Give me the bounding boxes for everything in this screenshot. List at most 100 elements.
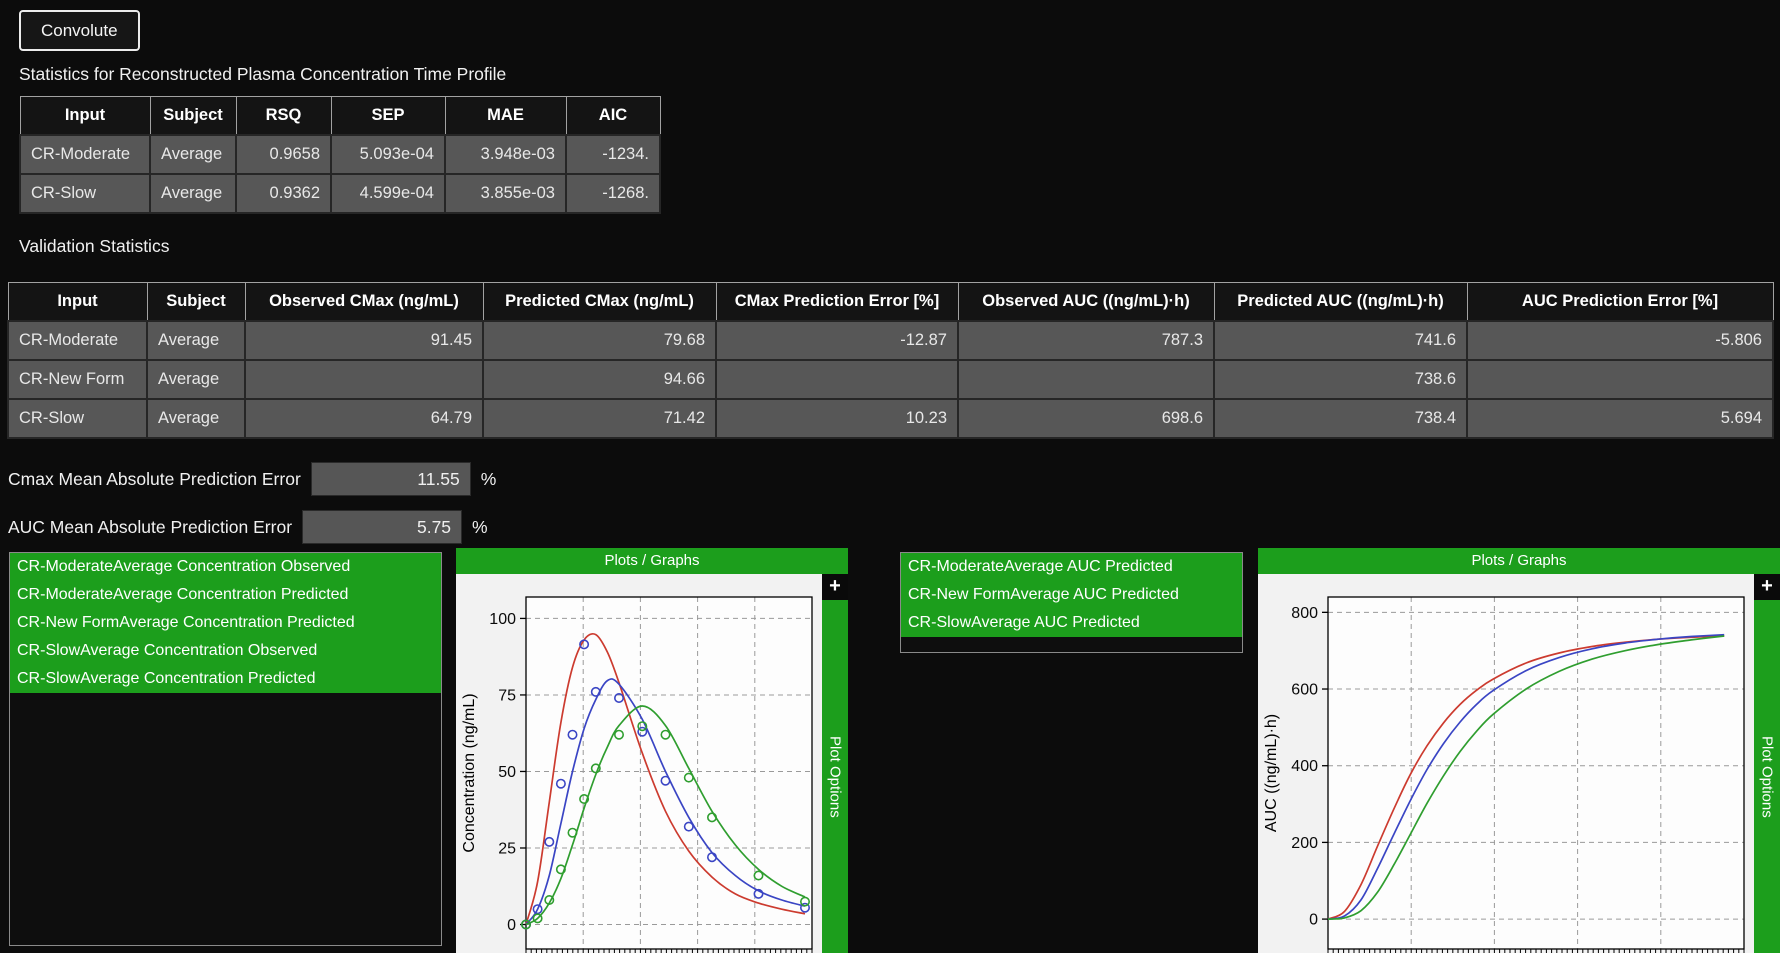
auc-mape-value: 5.75	[417, 517, 451, 538]
table-cell: Average	[150, 135, 236, 174]
table-cell	[1467, 360, 1773, 399]
table-cell: 741.6	[1214, 321, 1467, 360]
column-header: Predicted AUC ((ng/mL)·h)	[1214, 283, 1467, 322]
column-header: Observed AUC ((ng/mL)·h)	[958, 283, 1214, 322]
table-cell: -5.806	[1467, 321, 1773, 360]
concentration-plot-panel: Plots / Graphs 0 25 50 75 100 Concentration (…	[456, 548, 848, 953]
table-cell	[245, 360, 483, 399]
table-cell: 0.9658	[236, 135, 331, 174]
legend-item[interactable]: CR-ModerateAverage Concentration Observe…	[10, 553, 441, 581]
column-header: AUC Prediction Error [%]	[1467, 283, 1773, 322]
concentration-legend-list: CR-ModerateAverage Concentration Observe…	[9, 552, 442, 946]
plots-graphs-title: Plots / Graphs	[456, 548, 848, 574]
table-cell: CR-Moderate	[8, 321, 147, 360]
y-tick-label: 800	[1291, 605, 1318, 622]
legend-item[interactable]: CR-SlowAverage Concentration Predicted	[10, 665, 441, 693]
table-cell: 71.42	[483, 399, 716, 438]
legend-item[interactable]: CR-SlowAverage Concentration Observed	[10, 637, 441, 665]
validation-stats-table: InputSubjectObserved CMax (ng/mL)Predict…	[7, 282, 1774, 439]
y-tick-label: 75	[498, 687, 516, 704]
table-cell: 5.093e-04	[331, 135, 445, 174]
reconstruction-stats-table: InputSubjectRSQSEPMAEAICCR-ModerateAvera…	[19, 96, 661, 214]
table-row: CR-ModerateAverage91.4579.68-12.87787.37…	[8, 321, 1773, 360]
y-axis-title: AUC ((ng/mL)·h)	[1263, 714, 1280, 832]
expand-plot-button[interactable]: +	[822, 574, 848, 600]
table-cell: Average	[150, 174, 236, 213]
legend-item[interactable]: CR-SlowAverage AUC Predicted	[901, 609, 1242, 637]
table-cell: -1268.	[566, 174, 660, 213]
plot-options-button[interactable]: Plot Options	[1754, 600, 1780, 953]
table-cell: 738.6	[1214, 360, 1467, 399]
reconstruction-stats-title: Statistics for Reconstructed Plasma Conc…	[19, 64, 506, 85]
cmax-mape-field[interactable]: 11.55	[311, 462, 471, 496]
table-cell: 94.66	[483, 360, 716, 399]
table-cell: 3.948e-03	[445, 135, 566, 174]
auc-mape-label: AUC Mean Absolute Prediction Error	[8, 517, 292, 538]
plots-graphs-title: Plots / Graphs	[1258, 548, 1780, 574]
plot-options-button[interactable]: Plot Options	[822, 600, 848, 953]
table-cell: -1234.	[566, 135, 660, 174]
cmax-mape-row: Cmax Mean Absolute Prediction Error 11.5…	[8, 462, 496, 496]
table-row: CR-SlowAverage64.7971.4210.23698.6738.45…	[8, 399, 1773, 438]
table-cell: 738.4	[1214, 399, 1467, 438]
y-tick-label: 0	[507, 917, 516, 934]
convolute-button[interactable]: Convolute	[19, 10, 140, 51]
column-header: RSQ	[236, 97, 331, 136]
column-header: SEP	[331, 97, 445, 136]
y-tick-label: 400	[1291, 758, 1318, 775]
table-cell: CR-Slow	[8, 399, 147, 438]
y-tick-label: 200	[1291, 835, 1318, 852]
legend-item[interactable]: CR-ModerateAverage AUC Predicted	[901, 553, 1242, 581]
expand-plot-button[interactable]: +	[1754, 574, 1780, 600]
auc-mape-row: AUC Mean Absolute Prediction Error 5.75 …	[8, 510, 488, 544]
y-tick-label: 25	[498, 840, 516, 857]
y-tick-label: 50	[498, 764, 516, 781]
table-cell: 698.6	[958, 399, 1214, 438]
y-tick-label: 600	[1291, 682, 1318, 699]
table-cell: Average	[147, 399, 245, 438]
column-header: Predicted CMax (ng/mL)	[483, 283, 716, 322]
y-axis-title: Concentration (ng/mL)	[461, 693, 478, 852]
table-cell: 91.45	[245, 321, 483, 360]
y-tick-label: 0	[1309, 912, 1318, 929]
table-cell: 4.599e-04	[331, 174, 445, 213]
legend-item[interactable]: CR-ModerateAverage Concentration Predict…	[10, 581, 441, 609]
legend-item[interactable]: CR-New FormAverage AUC Predicted	[901, 581, 1242, 609]
validation-stats-title: Validation Statistics	[19, 236, 169, 257]
table-cell: CR-Slow	[20, 174, 150, 213]
column-header: Input	[20, 97, 150, 136]
table-row: CR-ModerateAverage0.96585.093e-043.948e-…	[20, 135, 660, 174]
table-cell	[716, 360, 958, 399]
table-cell: 3.855e-03	[445, 174, 566, 213]
table-cell: 787.3	[958, 321, 1214, 360]
cmax-mape-unit: %	[481, 469, 497, 490]
table-cell: 0.9362	[236, 174, 331, 213]
table-row: CR-SlowAverage0.93624.599e-043.855e-03-1…	[20, 174, 660, 213]
table-cell	[958, 360, 1214, 399]
concentration-chart[interactable]: 0 25 50 75 100 Concentration (ng/mL)	[456, 574, 822, 953]
table-cell: CR-New Form	[8, 360, 147, 399]
cmax-mape-value: 11.55	[417, 469, 460, 490]
column-header: CMax Prediction Error [%]	[716, 283, 958, 322]
column-header: Observed CMax (ng/mL)	[245, 283, 483, 322]
cmax-mape-label: Cmax Mean Absolute Prediction Error	[8, 469, 301, 490]
auc-chart[interactable]: 0 200 400 600 800 AUC ((ng/mL)·h)	[1258, 574, 1754, 953]
column-header: AIC	[566, 97, 660, 136]
table-cell: CR-Moderate	[20, 135, 150, 174]
auc-plot-panel: Plots / Graphs 0 200 400 600 800 AUC ((ng/mL)…	[1258, 548, 1780, 953]
table-cell: 79.68	[483, 321, 716, 360]
auc-mape-unit: %	[472, 517, 488, 538]
column-header: Input	[8, 283, 147, 322]
table-cell: 10.23	[716, 399, 958, 438]
y-tick-label: 100	[489, 611, 516, 628]
table-cell: Average	[147, 321, 245, 360]
column-header: Subject	[150, 97, 236, 136]
legend-item[interactable]: CR-New FormAverage Concentration Predict…	[10, 609, 441, 637]
auc-mape-field[interactable]: 5.75	[302, 510, 462, 544]
column-header: MAE	[445, 97, 566, 136]
table-cell: -12.87	[716, 321, 958, 360]
column-header: Subject	[147, 283, 245, 322]
table-row: CR-New FormAverage94.66738.6	[8, 360, 1773, 399]
table-cell: 5.694	[1467, 399, 1773, 438]
table-cell: 64.79	[245, 399, 483, 438]
